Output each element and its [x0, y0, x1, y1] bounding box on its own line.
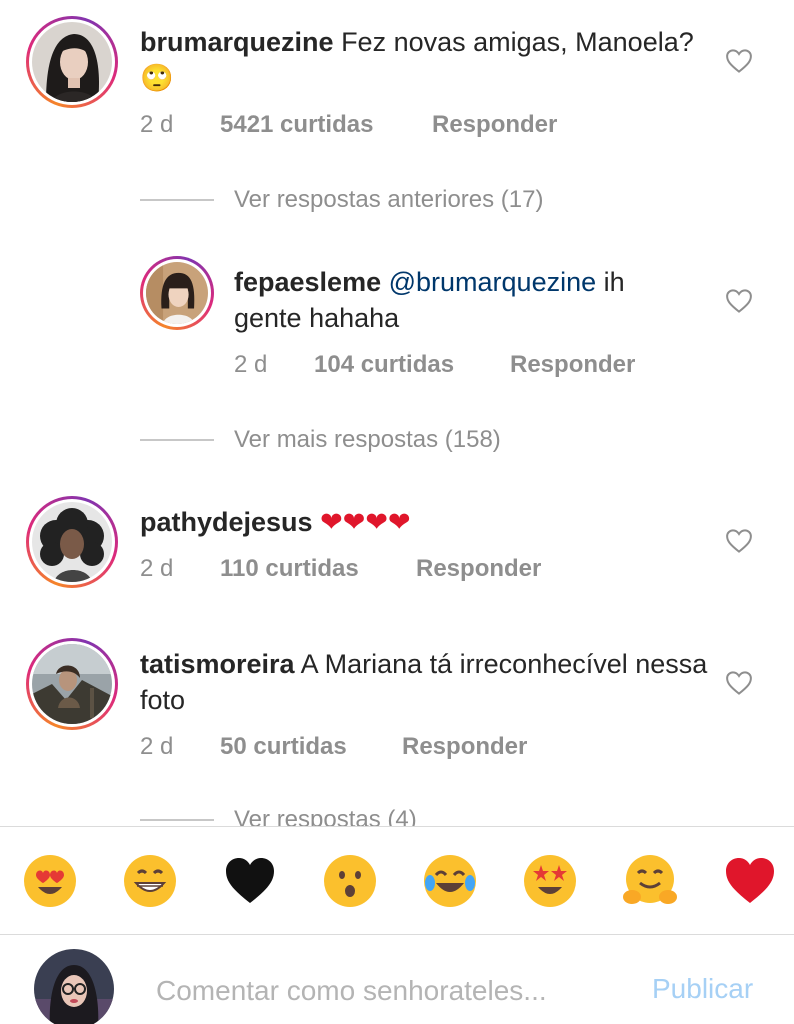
comment-composer: Publicar [0, 934, 794, 1024]
comment-mention[interactable]: @brumarquezine [389, 267, 597, 297]
comment-time: 2 d [140, 111, 174, 138]
comment-meta: 2 d 5421 curtidas Responder [140, 110, 557, 140]
comment-likes[interactable]: 110 curtidas [220, 554, 416, 584]
like-heart-icon[interactable] [724, 46, 754, 76]
comment-body: fepaesleme @brumarquezine ih gente hahah… [234, 264, 694, 336]
comment-body: pathydejesus ❤❤❤❤ [140, 504, 710, 541]
view-more-replies-label: Ver mais respostas (158) [234, 426, 501, 453]
comment-text: Fez novas amigas, Manoela? [341, 27, 694, 57]
reply-button[interactable]: Responder [510, 350, 635, 380]
comments-screen: brumarquezine Fez novas amigas, Manoela?… [0, 0, 794, 1024]
divider-line [140, 439, 214, 441]
comment-likes[interactable]: 50 curtidas [220, 732, 402, 762]
comment-meta: 2 d 50 curtidas Responder [140, 732, 527, 762]
comment-time: 2 d [140, 733, 174, 760]
comment-body: brumarquezine Fez novas amigas, Manoela?… [140, 24, 710, 97]
comment-body: tatismoreira A Mariana tá irreconhecível… [140, 646, 710, 718]
comment-username[interactable]: brumarquezine [140, 27, 334, 57]
comment-likes[interactable]: 5421 curtidas [220, 110, 432, 140]
comment-meta: 2 d 110 curtidas Responder [140, 554, 541, 584]
surprised-emoji-icon[interactable] [322, 853, 378, 909]
reply-button[interactable]: Responder [416, 554, 541, 584]
hugging-emoji-icon[interactable] [622, 853, 678, 909]
comment-time: 2 d [140, 555, 174, 582]
user-avatar-glasses-icon[interactable] [34, 949, 114, 1024]
comment-input[interactable] [156, 973, 626, 1009]
comment-likes[interactable]: 104 curtidas [314, 350, 510, 380]
comment-meta: 2 d 104 curtidas Responder [234, 350, 635, 380]
woman-portrait-curly-hair-icon [32, 502, 112, 582]
comment-time: 2 d [234, 351, 268, 378]
view-previous-replies-label: Ver respostas anteriores (17) [234, 186, 544, 213]
like-heart-icon[interactable] [724, 526, 754, 556]
avatar[interactable] [140, 256, 214, 330]
reply-button[interactable]: Responder [432, 110, 557, 140]
like-heart-icon[interactable] [724, 286, 754, 316]
rolling-eyes-emoji-icon: 🙄 [140, 63, 174, 94]
view-more-replies[interactable]: Ver mais respostas (158) [140, 426, 501, 454]
tears-of-joy-emoji-icon[interactable] [422, 853, 478, 909]
avatar[interactable] [26, 496, 118, 588]
star-struck-emoji-icon[interactable] [522, 853, 578, 909]
woman-portrait-dark-hair-icon [32, 22, 112, 102]
publish-button[interactable]: Publicar [652, 973, 753, 1005]
outdoor-scene-photo-icon [32, 644, 112, 724]
divider-line [140, 199, 214, 201]
divider-line [140, 819, 214, 821]
view-previous-replies[interactable]: Ver respostas anteriores (17) [140, 186, 543, 214]
black-heart-emoji-icon[interactable] [222, 853, 278, 909]
avatar[interactable] [26, 638, 118, 730]
like-heart-icon[interactable] [724, 668, 754, 698]
reply-button[interactable]: Responder [402, 732, 527, 762]
comment-username[interactable]: pathydejesus [140, 507, 313, 537]
red-hearts-emoji-icon: ❤❤❤❤ [320, 507, 411, 538]
comment-username[interactable]: tatismoreira [140, 649, 295, 679]
red-heart-emoji-icon[interactable] [722, 853, 778, 909]
avatar[interactable] [26, 16, 118, 108]
woman-portrait-bob-hair-icon [146, 262, 208, 324]
comment-username[interactable]: fepaesleme [234, 267, 381, 297]
emoji-quick-bar [0, 826, 794, 934]
heart-eyes-emoji-icon[interactable] [22, 853, 78, 909]
grinning-emoji-icon[interactable] [122, 853, 178, 909]
